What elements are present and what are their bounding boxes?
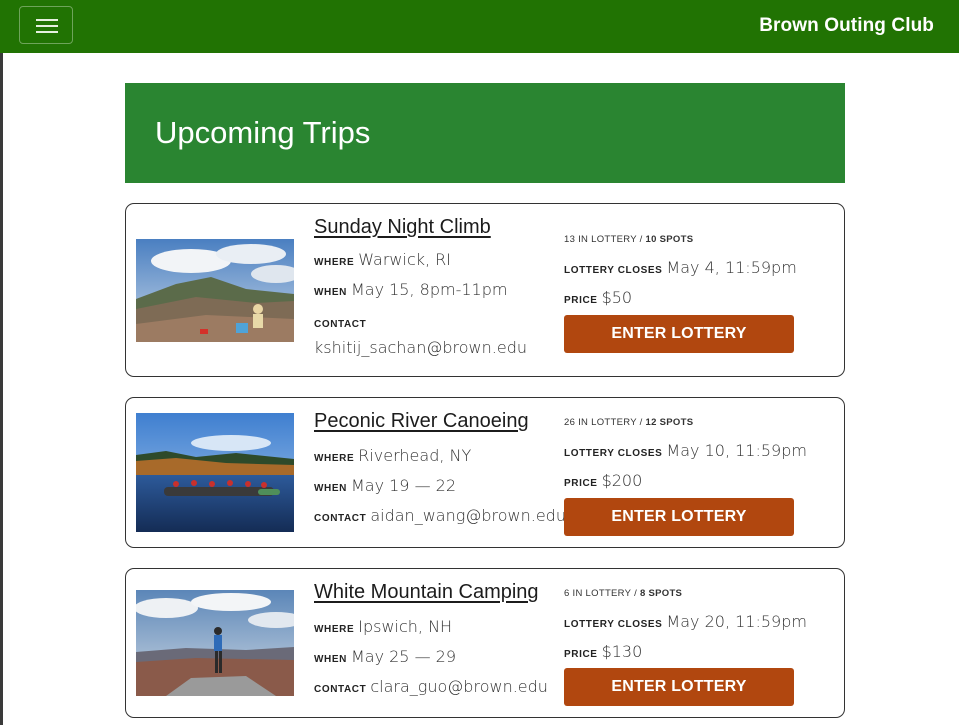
lottery-closes: lottery closes May 4, 11:59pm (564, 258, 797, 277)
trip-lottery-info: 6 in lottery / 8 spots lottery closes May… (564, 588, 807, 713)
trip-info: Peconic River Canoeing where Riverhead, N… (314, 410, 566, 540)
trip-contact-email: kshitij_sachan@brown.edu (314, 338, 527, 357)
enter-lottery-button[interactable]: Enter Lottery (564, 498, 794, 536)
trip-card: White Mountain Camping where Ipswich, NH … (125, 568, 845, 718)
trip-where: where Riverhead, NY (314, 446, 472, 465)
trip-where: where Ipswich, NH (314, 617, 453, 636)
trip-lottery-info: 26 in lottery / 12 spots lottery closes M… (564, 417, 807, 542)
trip-where: where Warwick, RI (314, 250, 452, 269)
trip-contact: contact aidan_wang@brown.edu (314, 506, 566, 525)
lottery-closes: lottery closes May 20, 11:59pm (564, 612, 807, 631)
trip-contact: contact clara_guo@brown.edu (314, 677, 548, 696)
trip-when: when May 19 — 22 (314, 476, 457, 495)
trip-image-mountain (136, 239, 294, 342)
trip-card: Sunday Night Climb where Warwick, RI when… (125, 203, 845, 377)
trip-price: price $200 (564, 471, 643, 490)
enter-lottery-button[interactable]: Enter Lottery (564, 668, 794, 706)
trip-info: White Mountain Camping where Ipswich, NH … (314, 581, 554, 711)
lottery-count: 26 in lottery / 12 spots (564, 417, 694, 428)
hamburger-icon (36, 19, 58, 21)
trip-image-canoes (136, 413, 294, 532)
trip-title-link[interactable]: Sunday Night Climb (314, 216, 554, 239)
trip-title-link[interactable]: Peconic River Canoeing (314, 410, 554, 433)
trip-image-hiker (136, 590, 294, 696)
trip-when: when May 15, 8pm-11pm (314, 280, 508, 299)
lottery-closes: lottery closes May 10, 11:59pm (564, 441, 807, 460)
trip-lottery-info: 13 in lottery / 10 spots lottery closes M… (564, 234, 797, 359)
page-header: Upcoming Trips (125, 83, 845, 183)
brand-link[interactable]: Brown Outing Club (759, 15, 934, 37)
trip-price: price $50 (564, 288, 633, 307)
hamburger-menu-button[interactable] (19, 6, 73, 44)
enter-lottery-button[interactable]: Enter Lottery (564, 315, 794, 353)
trip-when: when May 25 — 29 (314, 647, 457, 666)
window-edge (0, 0, 3, 725)
page-title: Upcoming Trips (155, 115, 371, 150)
trip-price: price $130 (564, 642, 643, 661)
navbar: Brown Outing Club (0, 0, 959, 53)
trip-card: Peconic River Canoeing where Riverhead, N… (125, 397, 845, 548)
trip-title-link[interactable]: White Mountain Camping (314, 581, 554, 604)
trip-contact-label: contact (314, 319, 367, 330)
lottery-count: 13 in lottery / 10 spots (564, 234, 694, 245)
trip-info: Sunday Night Climb where Warwick, RI when… (314, 216, 554, 366)
lottery-count: 6 in lottery / 8 spots (564, 588, 683, 599)
